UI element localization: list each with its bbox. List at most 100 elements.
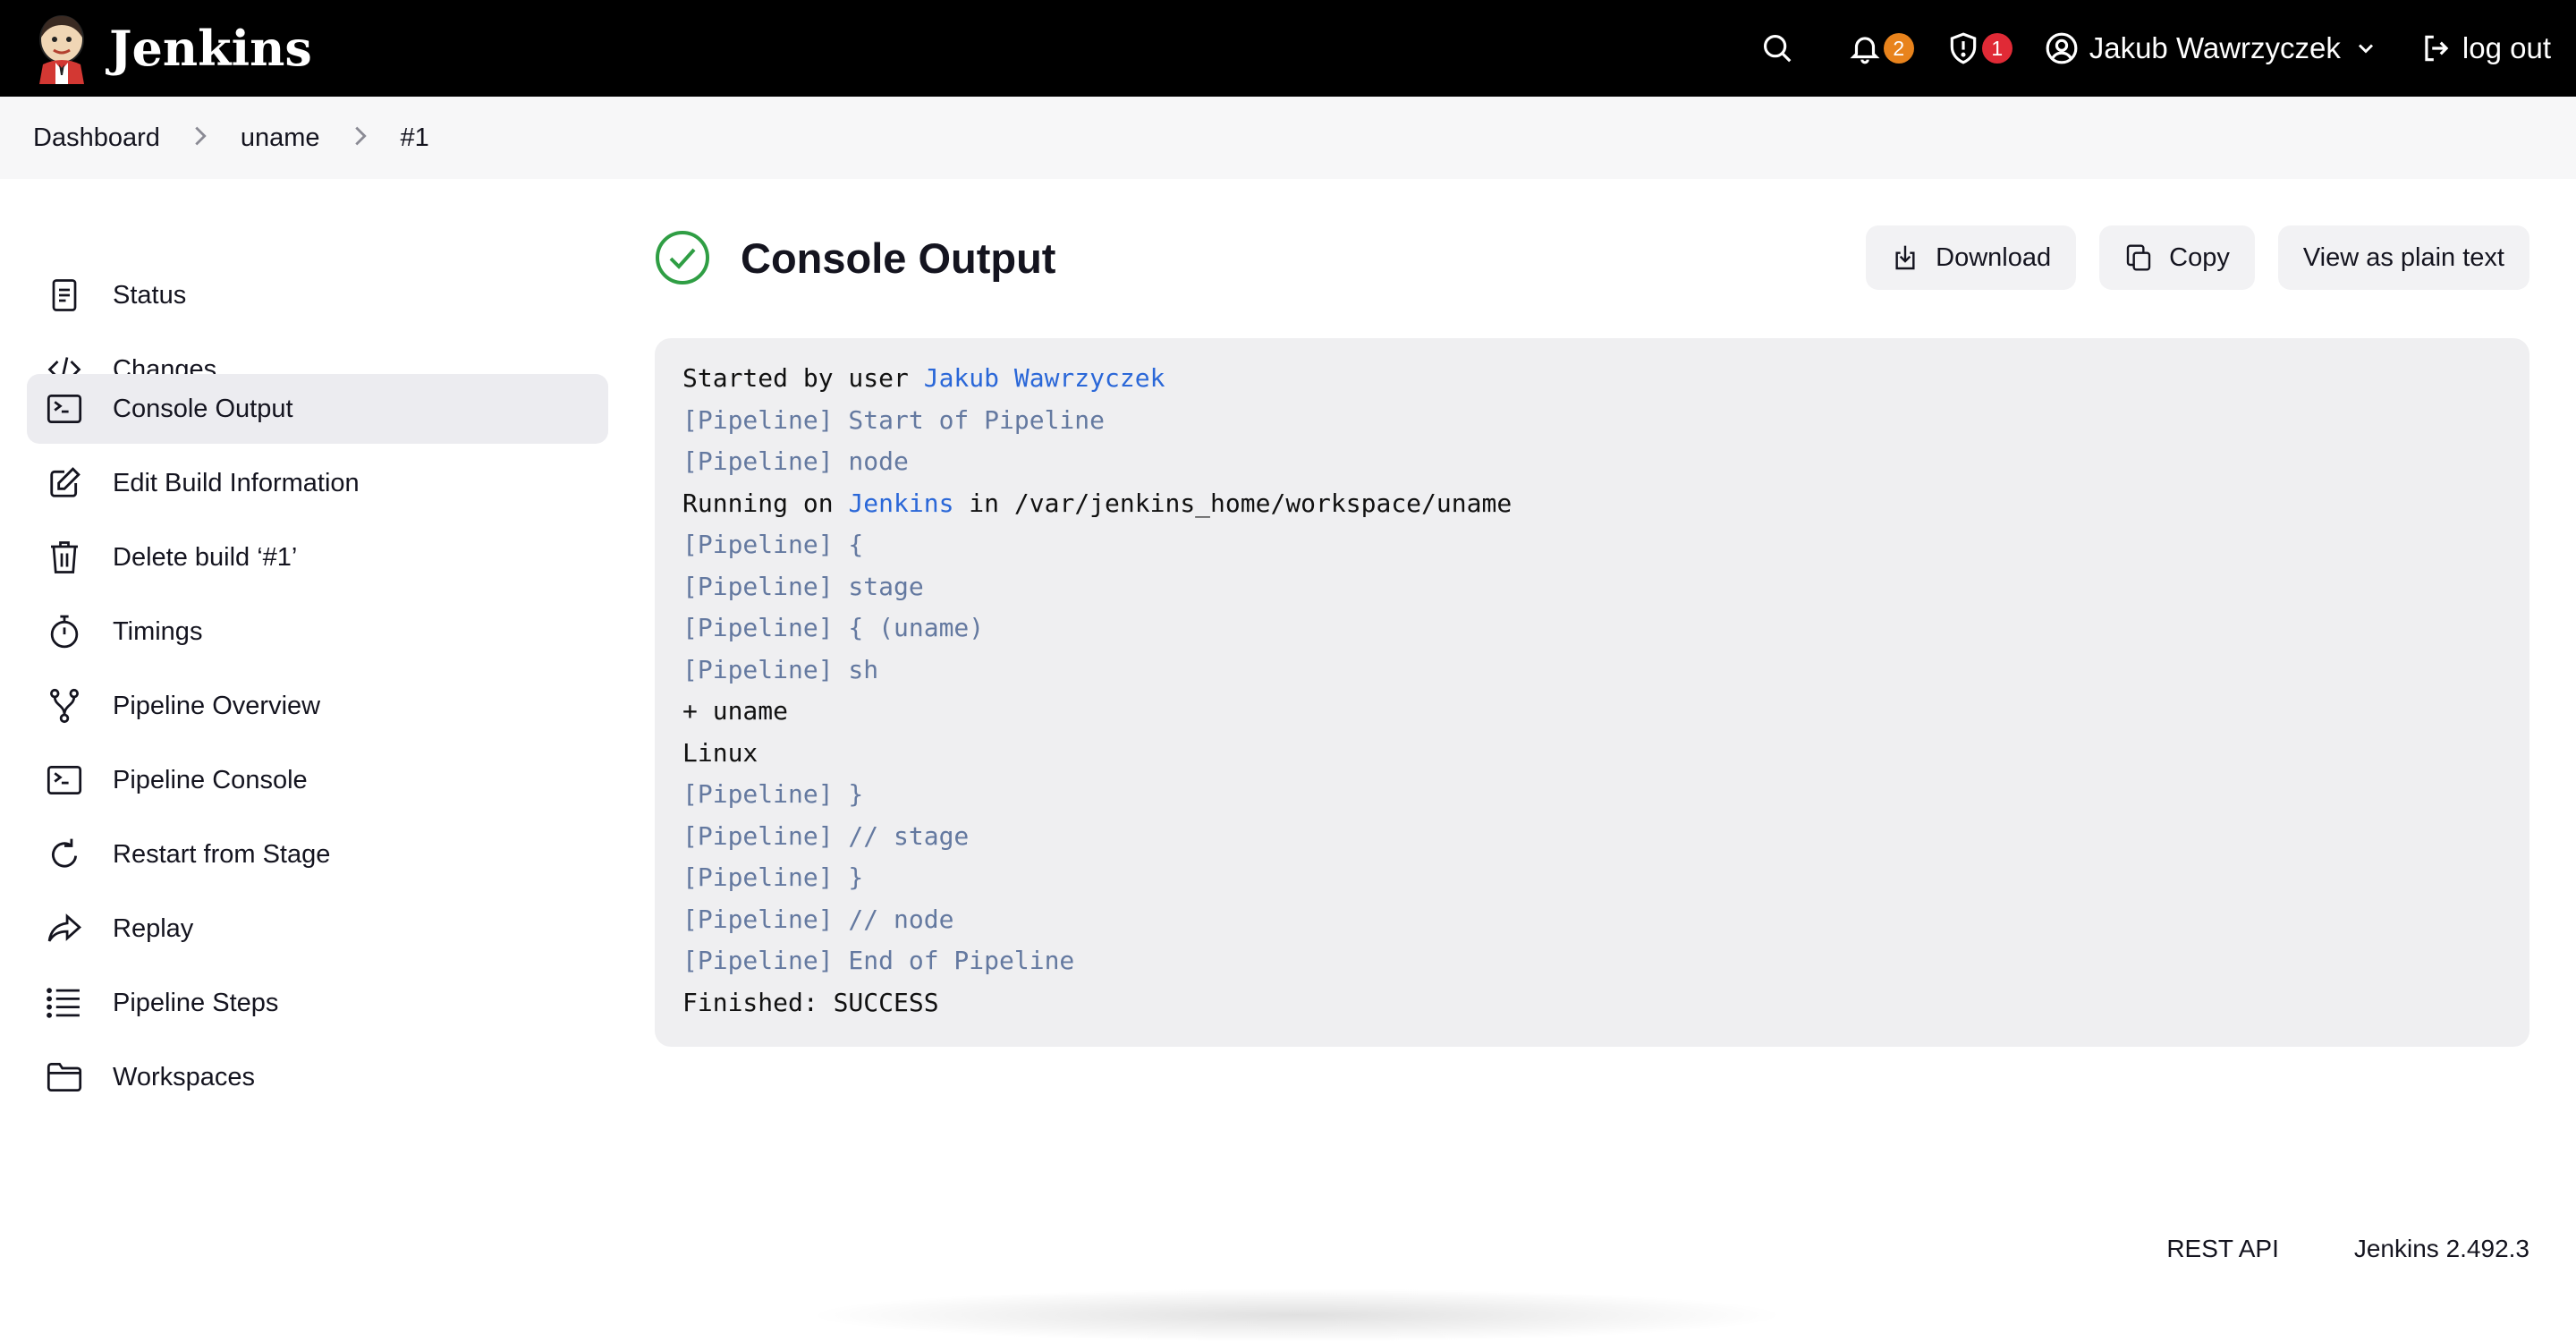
console-text: [Pipeline] node: [682, 446, 909, 476]
footer: REST API Jenkins 2.492.3: [2091, 1235, 2529, 1263]
copy-button[interactable]: Copy: [2099, 225, 2255, 290]
logout-label: log out: [2462, 31, 2551, 64]
sidebar-item-restart-from-stage[interactable]: Restart from Stage: [27, 820, 608, 889]
sidebar-item-label: Replay: [113, 913, 194, 943]
console-line: [Pipeline] // node: [682, 899, 2502, 941]
copy-icon: [2126, 244, 2151, 271]
sidebar-item-workspaces[interactable]: Workspaces: [27, 1042, 608, 1112]
console-line: + uname: [682, 691, 2502, 733]
notifications-badge: 2: [1883, 33, 1914, 64]
sidebar-item-label: Workspaces: [113, 1062, 256, 1091]
console-text: Started by user: [682, 363, 924, 393]
breadcrumb: Dashboard uname #1: [0, 97, 2576, 179]
chevron-down-icon: [2358, 44, 2373, 54]
search-button[interactable]: [1760, 31, 1794, 65]
console-text: Running on: [682, 488, 849, 518]
document-icon: [47, 277, 82, 313]
copy-label: Copy: [2169, 242, 2230, 272]
chevron-right-icon: [192, 126, 208, 150]
console-link[interactable]: Jakub Wawrzyczek: [924, 363, 1165, 393]
sidebar-item-pipeline-console[interactable]: Pipeline Console: [27, 745, 608, 815]
console-line: Linux: [682, 733, 2502, 775]
sidebar-item-label: Console Output: [113, 394, 293, 423]
terminal-icon: [47, 762, 82, 798]
console-text: [Pipeline] { (uname): [682, 613, 985, 642]
edit-icon: [47, 465, 82, 501]
logout-button[interactable]: log out: [2419, 31, 2551, 65]
console-line: Finished: SUCCESS: [682, 982, 2502, 1024]
trash-icon: [47, 539, 82, 575]
security-button[interactable]: 1: [1946, 31, 2012, 65]
sidebar-item-label: Pipeline Steps: [113, 988, 279, 1017]
download-button[interactable]: Download: [1866, 225, 2077, 290]
list-icon: [47, 985, 82, 1021]
user-menu-button[interactable]: Jakub Wawrzyczek: [2045, 31, 2378, 65]
console-text: [Pipeline] // node: [682, 904, 954, 934]
view-plain-text-button[interactable]: View as plain text: [2277, 225, 2529, 290]
sidebar-item-label: Restart from Stage: [113, 839, 331, 869]
notifications-button[interactable]: 2: [1848, 31, 1914, 65]
sidebar-item-label: Pipeline Console: [113, 765, 308, 794]
console-text: [Pipeline] Start of Pipeline: [682, 404, 1106, 435]
download-icon: [1895, 245, 1915, 270]
console-line: [Pipeline] Start of Pipeline: [682, 400, 2502, 442]
breadcrumb-dashboard[interactable]: Dashboard: [33, 123, 160, 153]
console-line: [Pipeline] { (uname): [682, 607, 2502, 650]
console-actions: Download Copy View as plain text: [1843, 225, 2529, 290]
sidebar-item-pipeline-overview[interactable]: Pipeline Overview: [27, 671, 608, 741]
console-output-panel[interactable]: Started by user Jakub Wawrzyczek [Pipelin…: [655, 338, 2529, 1047]
user-name: Jakub Wawrzyczek: [2089, 31, 2341, 64]
chevron-right-icon: [352, 126, 369, 150]
console-text: in /var/jenkins_home/workspace/uname: [953, 488, 1513, 518]
top-header: Jenkins 2 1 Jakub Wawrzyczek log out: [0, 0, 2576, 97]
console-link[interactable]: Jenkins: [848, 488, 953, 518]
sidebar-item-delete-build[interactable]: Delete build ‘#1’: [27, 522, 608, 592]
breadcrumb-build[interactable]: #1: [401, 123, 429, 153]
console-text: + uname: [682, 696, 789, 726]
console-line: [Pipeline] sh: [682, 650, 2502, 692]
console-text: [Pipeline] {: [682, 530, 864, 559]
sidebar-item-console-output[interactable]: Console Output: [27, 374, 608, 444]
console-line: [Pipeline] {: [682, 524, 2502, 566]
sidebar-item-edit-build-information[interactable]: Edit Build Information: [27, 448, 608, 518]
share-arrow-icon: [47, 911, 82, 947]
console-text: [Pipeline] stage: [682, 571, 924, 601]
console-line: [Pipeline] // stage: [682, 816, 2502, 858]
console-text: [Pipeline] }: [682, 779, 864, 809]
app-name: Jenkins: [109, 20, 312, 77]
bell-icon: [1850, 37, 1880, 64]
sidebar-item-status[interactable]: Status: [27, 260, 608, 330]
sidebar-item-pipeline-steps[interactable]: Pipeline Steps: [27, 968, 608, 1038]
sidebar-item-label: Status: [113, 280, 187, 310]
sidebar-item-label: Timings: [113, 616, 203, 646]
branch-icon: [47, 688, 82, 724]
shield-alert-icon: [1950, 32, 1976, 64]
rest-api-link[interactable]: REST API: [2166, 1235, 2279, 1263]
breadcrumb-job[interactable]: uname: [241, 123, 320, 153]
jenkins-logo-icon: [39, 15, 84, 84]
folder-icon: [47, 1059, 82, 1095]
jenkins-home-link[interactable]: Jenkins: [32, 11, 312, 86]
search-icon: [1763, 34, 1792, 63]
download-label: Download: [1936, 242, 2052, 272]
sidebar-item-timings[interactable]: Timings: [27, 597, 608, 667]
view-plain-text-label: View as plain text: [2302, 242, 2504, 272]
sidebar-item-label: Edit Build Information: [113, 468, 360, 497]
logout-icon: [2425, 35, 2449, 62]
console-line: [Pipeline] End of Pipeline: [682, 940, 2502, 982]
sidebar-item-label: Pipeline Overview: [113, 691, 321, 720]
console-text: [Pipeline] }: [682, 862, 864, 892]
version-link[interactable]: Jenkins 2.492.3: [2354, 1235, 2529, 1263]
sidebar-item-replay[interactable]: Replay: [27, 894, 608, 964]
console-text: Linux: [682, 737, 758, 768]
sidebar-item-label: Delete build ‘#1’: [113, 542, 298, 572]
page-title: Console Output: [741, 234, 1056, 282]
terminal-icon: [47, 391, 82, 427]
console-text: Finished: SUCCESS: [682, 987, 939, 1017]
console-line: [Pipeline] node: [682, 441, 2502, 483]
bottom-shadow: [805, 1288, 1789, 1342]
security-badge: 1: [1981, 33, 2012, 64]
user-circle-icon: [2046, 32, 2078, 64]
console-text: [Pipeline] // stage: [682, 820, 970, 851]
page-header: Console Output: [655, 225, 1055, 290]
